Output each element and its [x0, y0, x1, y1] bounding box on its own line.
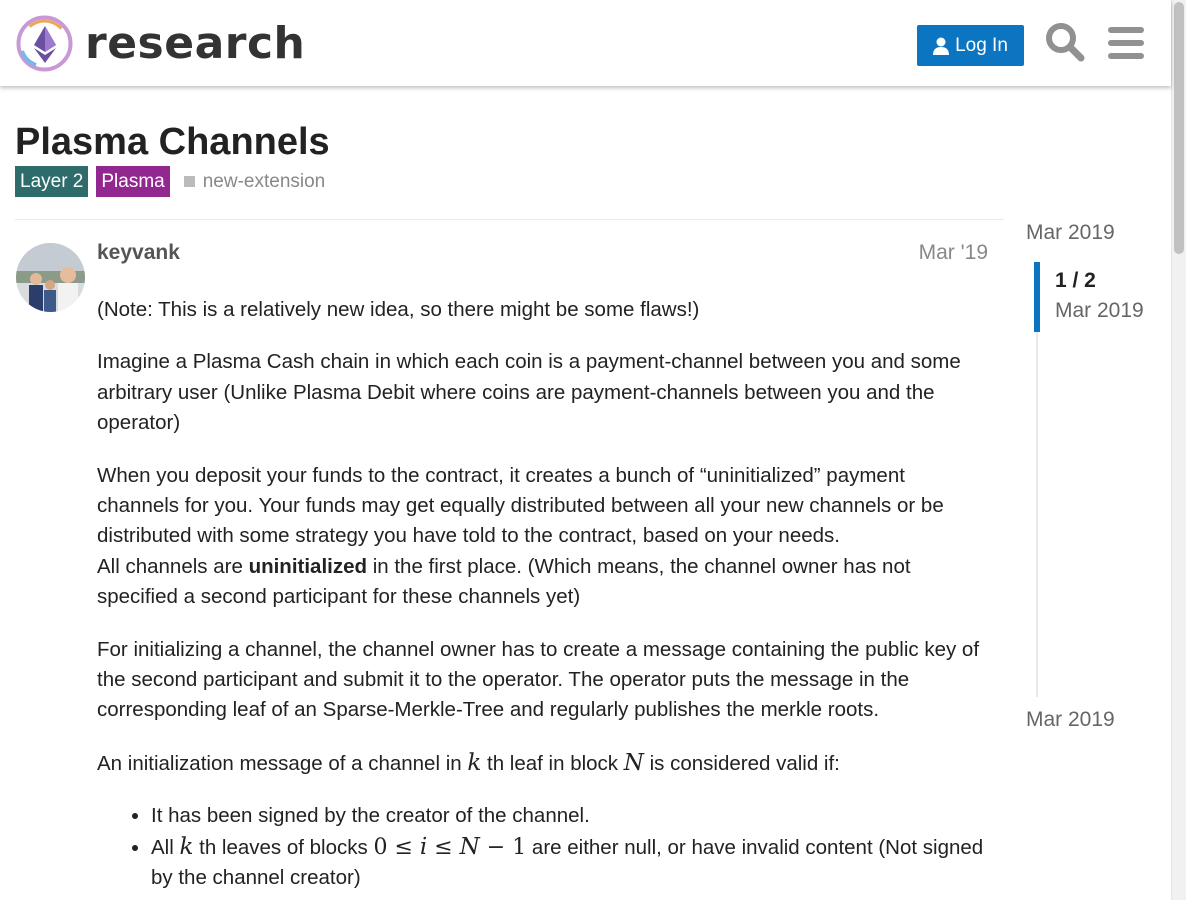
site-header: research Log In — [0, 0, 1171, 86]
paragraph-text: When you deposit your funds to the contr… — [97, 463, 944, 548]
post-paragraph: An initialization message of a channel i… — [97, 748, 989, 779]
site-name: research — [85, 17, 306, 69]
timeline-position: 1 / 2 — [1055, 269, 1096, 292]
post-paragraph: Imagine a Plasma Cash chain in which eac… — [97, 350, 961, 435]
math-le: ≤ — [427, 834, 460, 860]
paragraph-text: All channels are — [97, 554, 249, 578]
post-paragraph: When you deposit your funds to the contr… — [97, 461, 989, 613]
tag-new-extension[interactable]: new-extension — [183, 170, 326, 193]
scrollbar-thumb[interactable] — [1174, 2, 1184, 254]
paragraph-text: is considered valid if: — [643, 751, 840, 775]
paragraph-text: th leaves of blocks — [193, 835, 374, 859]
ethereum-research-logo-icon — [16, 15, 73, 72]
hamburger-menu-icon[interactable] — [1108, 26, 1144, 60]
post-body: (Note: This is a relatively new idea, so… — [97, 295, 989, 894]
math-k: k — [179, 833, 194, 860]
site-logo[interactable]: research — [16, 15, 305, 72]
avatar[interactable] — [16, 243, 85, 312]
list-item: It has been signed by the creator of the… — [151, 801, 989, 831]
tag-square-icon — [183, 176, 195, 187]
math-zero-le: 0 ≤ — [373, 834, 420, 860]
paragraph-text: All — [151, 835, 180, 859]
login-label: Log In — [955, 34, 1008, 56]
post-paragraph: (Note: This is a relatively new idea, so… — [97, 298, 700, 321]
math-N: N — [623, 749, 644, 776]
post-paragraph: For initializing a channel, the channel … — [97, 637, 980, 722]
math-N: N — [459, 833, 480, 860]
divider — [15, 219, 1004, 220]
topic-categories-and-tags: Layer 2 Plasma new-extension — [15, 166, 325, 197]
avatar-photo-icon — [16, 243, 85, 312]
post-date[interactable]: Mar '19 — [880, 241, 988, 265]
bold-text: uninitialized — [248, 554, 368, 578]
category-badge-layer-2[interactable]: Layer 2 — [15, 166, 89, 197]
conditions-list: It has been signed by the creator of the… — [97, 801, 989, 893]
page-scrollbar[interactable] — [1171, 0, 1186, 900]
search-icon[interactable] — [1045, 22, 1085, 62]
timeline-start-date[interactable]: Mar 2019 — [1026, 221, 1115, 245]
tag-label: new-extension — [202, 170, 326, 192]
timeline-end-date[interactable]: Mar 2019 — [1026, 708, 1115, 732]
category-badge-plasma[interactable]: Plasma — [96, 166, 170, 197]
login-button[interactable]: Log In — [917, 25, 1024, 66]
paragraph-text: An initialization message of a channel i… — [97, 751, 468, 775]
timeline-position-date: Mar 2019 — [1055, 299, 1144, 322]
timeline-handle[interactable] — [1034, 262, 1040, 332]
math-k: k — [467, 749, 482, 776]
paragraph-text: th leaf in block — [481, 751, 624, 775]
math-minus-one: − 1 — [479, 834, 527, 860]
topic-title[interactable]: Plasma Channels — [15, 121, 330, 163]
post-author[interactable]: keyvank — [97, 241, 180, 265]
list-item: All k th leaves of blocks 0 ≤ i ≤ N − 1 … — [151, 832, 989, 894]
user-icon — [933, 37, 950, 55]
